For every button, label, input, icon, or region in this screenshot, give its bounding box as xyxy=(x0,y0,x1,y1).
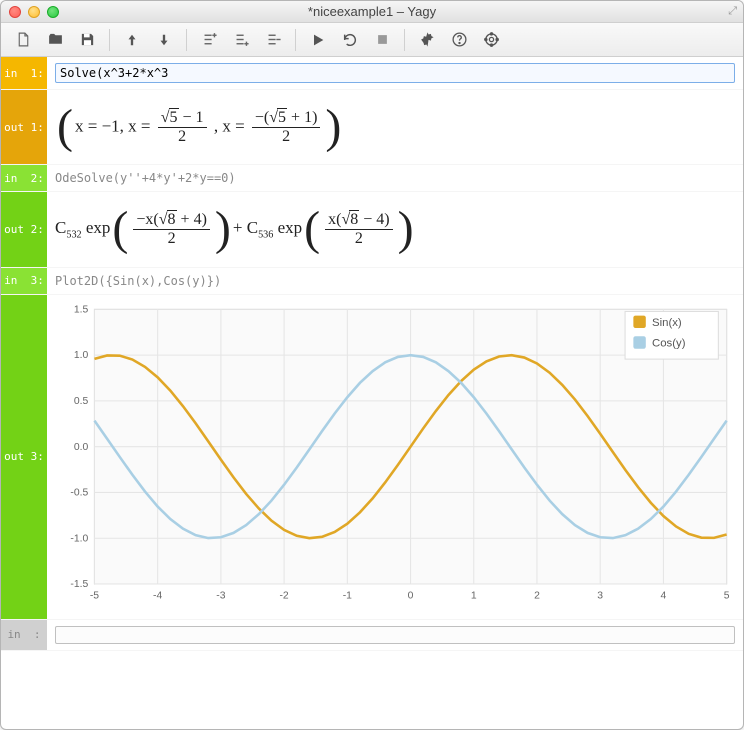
svg-text:-3: -3 xyxy=(216,590,225,601)
maximize-icon[interactable]: ⤢ xyxy=(728,5,737,18)
svg-text:4: 4 xyxy=(661,590,667,601)
help-button[interactable] xyxy=(445,27,473,53)
out-2-row: out 2: C532 exp( −x(8 + 4)2 ) + C536 exp… xyxy=(1,192,743,267)
svg-text:Sin(x): Sin(x) xyxy=(652,317,682,329)
save-button[interactable] xyxy=(73,27,101,53)
in-3-code[interactable]: Plot2D({Sin(x),Cos(y)}) xyxy=(55,274,735,288)
in-1-input[interactable]: Solve(x^3+2*x^3 xyxy=(55,63,735,83)
insert-above-button[interactable] xyxy=(195,27,223,53)
in-2-label: in 2: xyxy=(1,165,47,191)
move-down-button[interactable] xyxy=(150,27,178,53)
in-1-label: in 1: xyxy=(1,57,47,89)
svg-text:3: 3 xyxy=(597,590,603,601)
out-2-label: out 2: xyxy=(1,192,47,266)
separator xyxy=(186,29,187,51)
kernel-button[interactable] xyxy=(477,27,505,53)
svg-text:0.0: 0.0 xyxy=(74,442,89,453)
in-3-cell[interactable]: Plot2D({Sin(x),Cos(y)}) xyxy=(47,268,743,294)
titlebar: *niceexample1 – Yagy ⤢ xyxy=(1,1,743,23)
separator xyxy=(109,29,110,51)
svg-text:-0.5: -0.5 xyxy=(70,487,88,498)
out-1-cell: ( x = −1, x = 5 − 12 , x = −(5 + 1)2 ) xyxy=(47,90,743,164)
out-1-row: out 1: ( x = −1, x = 5 − 12 , x = −(5 + … xyxy=(1,90,743,165)
out-2-math: C532 exp( −x(8 + 4)2 ) + C536 exp( x(8 −… xyxy=(55,198,735,260)
app-window: *niceexample1 – Yagy ⤢ in 1: Solve(x^3+2… xyxy=(0,0,744,730)
svg-text:-1.0: -1.0 xyxy=(70,533,88,544)
in-next-cell[interactable] xyxy=(47,620,743,650)
in-next-input[interactable] xyxy=(55,626,735,644)
plot2d: -5 -4 -3 -2 -1 0 1 2 3 4 5 -1.5 -1.0 -0.5 0.0 0.5 1.0 1.5… xyxy=(53,299,737,610)
in-2-cell[interactable]: OdeSolve(y''+4*y'+2*y==0) xyxy=(47,165,743,191)
new-file-button[interactable] xyxy=(9,27,37,53)
in-1-cell[interactable]: Solve(x^3+2*x^3 xyxy=(47,57,743,89)
svg-text:Cos(y): Cos(y) xyxy=(652,337,686,349)
settings-button[interactable] xyxy=(413,27,441,53)
separator xyxy=(404,29,405,51)
out-1-math: ( x = −1, x = 5 − 12 , x = −(5 + 1)2 ) xyxy=(55,96,735,158)
in-1-row: in 1: Solve(x^3+2*x^3 xyxy=(1,57,743,90)
in-next-row: in : xyxy=(1,620,743,651)
svg-text:5: 5 xyxy=(724,590,730,601)
window-title: *niceexample1 – Yagy xyxy=(1,4,743,19)
out-1-label: out 1: xyxy=(1,90,47,164)
move-up-button[interactable] xyxy=(118,27,146,53)
toolbar xyxy=(1,23,743,57)
in-3-row: in 3: Plot2D({Sin(x),Cos(y)}) xyxy=(1,268,743,295)
separator xyxy=(295,29,296,51)
insert-below-button[interactable] xyxy=(227,27,255,53)
in-2-row: in 2: OdeSolve(y''+4*y'+2*y==0) xyxy=(1,165,743,192)
notebook: in 1: Solve(x^3+2*x^3 out 1: ( x = −1, x… xyxy=(1,57,743,729)
stop-button[interactable] xyxy=(368,27,396,53)
svg-text:0: 0 xyxy=(408,590,414,601)
reload-button[interactable] xyxy=(336,27,364,53)
svg-text:-1.5: -1.5 xyxy=(70,579,88,590)
out-3-row: out 3: -5 -4 -3 -2 -1 0 1 2 3 4 5 -1.5 -1.0 -0.5 0.0 0.… xyxy=(1,295,743,620)
svg-text:1.5: 1.5 xyxy=(74,304,89,315)
out-3-label: out 3: xyxy=(1,295,47,619)
run-button[interactable] xyxy=(304,27,332,53)
svg-text:-4: -4 xyxy=(153,590,162,601)
in-3-label: in 3: xyxy=(1,268,47,294)
svg-text:0.5: 0.5 xyxy=(74,396,89,407)
svg-text:1.0: 1.0 xyxy=(74,350,89,361)
svg-text:-5: -5 xyxy=(90,590,99,601)
out-3-cell: -5 -4 -3 -2 -1 0 1 2 3 4 5 -1.5 -1.0 -0.5 0.0 0.5 1.0 1.5… xyxy=(47,295,743,619)
in-next-label: in : xyxy=(1,620,47,650)
svg-text:-2: -2 xyxy=(280,590,289,601)
svg-text:1: 1 xyxy=(471,590,477,601)
open-file-button[interactable] xyxy=(41,27,69,53)
svg-text:2: 2 xyxy=(534,590,540,601)
svg-text:-1: -1 xyxy=(343,590,352,601)
in-2-code[interactable]: OdeSolve(y''+4*y'+2*y==0) xyxy=(55,171,735,185)
delete-cell-button[interactable] xyxy=(259,27,287,53)
out-2-cell: C532 exp( −x(8 + 4)2 ) + C536 exp( x(8 −… xyxy=(47,192,743,266)
